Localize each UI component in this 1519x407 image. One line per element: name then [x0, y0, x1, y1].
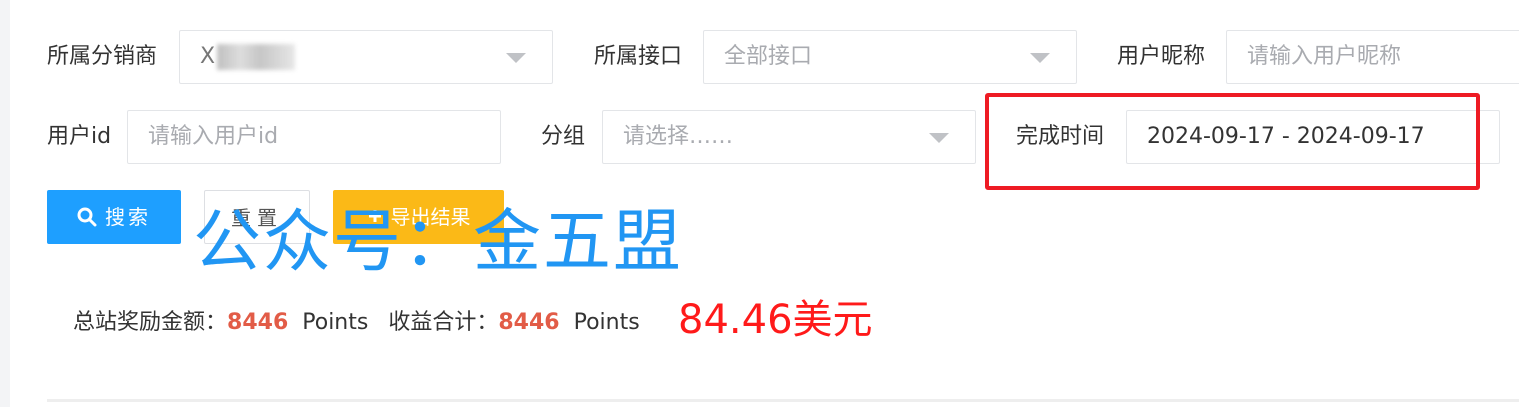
search-button[interactable]: 搜索: [47, 190, 181, 244]
interface-label: 所属接口: [594, 44, 683, 69]
income-total-label: 收益合计：: [388, 310, 499, 335]
user-id-placeholder: 请输入用户id: [148, 124, 279, 149]
nickname-label: 用户昵称: [1117, 44, 1206, 69]
interface-value: 全部接口: [724, 44, 813, 69]
total-reward-unit: Points: [302, 310, 369, 335]
interface-select[interactable]: 全部接口: [703, 30, 1077, 84]
left-sidebar-edge: [0, 0, 10, 407]
nickname-placeholder: 请输入用户昵称: [1247, 44, 1402, 69]
distributor-value: X: [200, 44, 216, 69]
group-label: 分组: [541, 124, 586, 149]
chevron-down-icon: [929, 133, 949, 143]
search-button-label: 搜索: [105, 205, 151, 229]
income-total-unit: Points: [573, 310, 640, 335]
group-select[interactable]: 请选择……: [602, 110, 976, 164]
distributor-select[interactable]: X: [179, 30, 553, 84]
highlight-annotation-box: [985, 93, 1480, 190]
chevron-down-icon: [506, 53, 526, 63]
income-total-value: 8446: [498, 310, 560, 335]
distributor-label: 所属分销商: [47, 44, 158, 69]
total-reward-value: 8446: [227, 310, 289, 335]
user-id-label: 用户id: [47, 124, 112, 149]
group-placeholder: 请选择……: [623, 124, 734, 149]
divider: [47, 399, 1519, 402]
user-id-input[interactable]: 请输入用户id: [127, 110, 501, 164]
watermark-text: 公众号：金五盟: [193, 203, 684, 282]
redacted-text: [217, 44, 296, 70]
total-reward-label: 总站奖励金额：: [73, 310, 228, 335]
nickname-input[interactable]: 请输入用户昵称: [1226, 30, 1519, 84]
chevron-down-icon: [1030, 53, 1050, 63]
filter-panel: 所属分销商 X 所属接口 全部接口 用户昵称 请输入用户昵称 用户id 请输入用…: [0, 0, 1519, 407]
stats-summary: 总站奖励金额：8446 Points 收益合计：8446 Points: [73, 308, 640, 338]
search-icon: [77, 207, 97, 226]
usd-amount: 84.46美元: [678, 297, 873, 343]
